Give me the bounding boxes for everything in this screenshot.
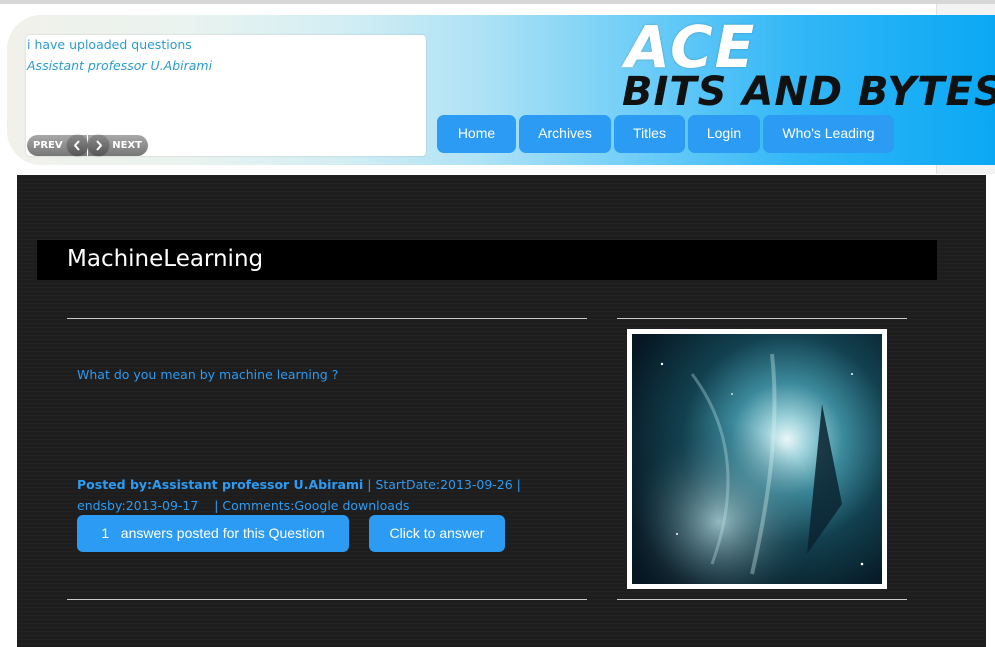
nav-login[interactable]: Login [688,115,760,153]
post-title: MachineLearning [67,246,264,272]
divider-top-right [617,318,907,319]
post-image [627,329,887,589]
content-panel: MachineLearning What do you mean by mach… [17,175,986,647]
question-text: What do you mean by machine learning ? [77,367,339,382]
answers-count: 1 [101,525,110,541]
comments: | Comments:Google downloads [214,498,410,513]
click-to-answer-button[interactable]: Click to answer [369,515,505,552]
nav-titles[interactable]: Titles [614,115,685,153]
next-button[interactable]: NEXT [88,135,148,156]
news-ticker: i have uploaded questions Assistant prof… [26,35,426,156]
site-logo-tagline: BITS AND BYTES [622,69,995,115]
answers-posted-button[interactable]: 1 answers posted for this Question [77,515,349,552]
start-date: | StartDate:2013-09-26 | [363,477,521,492]
divider-bottom-left [67,599,587,600]
ticker-author: Assistant professor U.Abirami [27,58,213,73]
post-meta: Posted by:Assistant professor U.Abirami … [77,474,547,516]
answers-label: answers posted for this Question [120,525,325,541]
nav-archives[interactable]: Archives [519,115,611,153]
prev-button[interactable]: PREV [27,135,88,156]
ticker-title-link[interactable]: i have uploaded questions [27,37,192,52]
ticker-pager: PREV NEXT [27,135,148,157]
nav-home[interactable]: Home [437,115,516,153]
chevron-right-icon [88,135,109,156]
posted-by: Posted by:Assistant professor U.Abirami [77,477,364,492]
divider-bottom-right [617,599,907,600]
browser-top-border [0,0,995,4]
nav-whos-leading[interactable]: Who's Leading [763,115,894,153]
chevron-left-icon [67,135,88,156]
post-title-bar: MachineLearning [37,240,937,280]
ends-by: endsby:2013-09-17 [77,498,199,513]
prev-label: PREV [33,140,63,151]
next-label: NEXT [112,140,142,151]
nebula-image [632,334,882,584]
divider-top-left [67,318,587,319]
